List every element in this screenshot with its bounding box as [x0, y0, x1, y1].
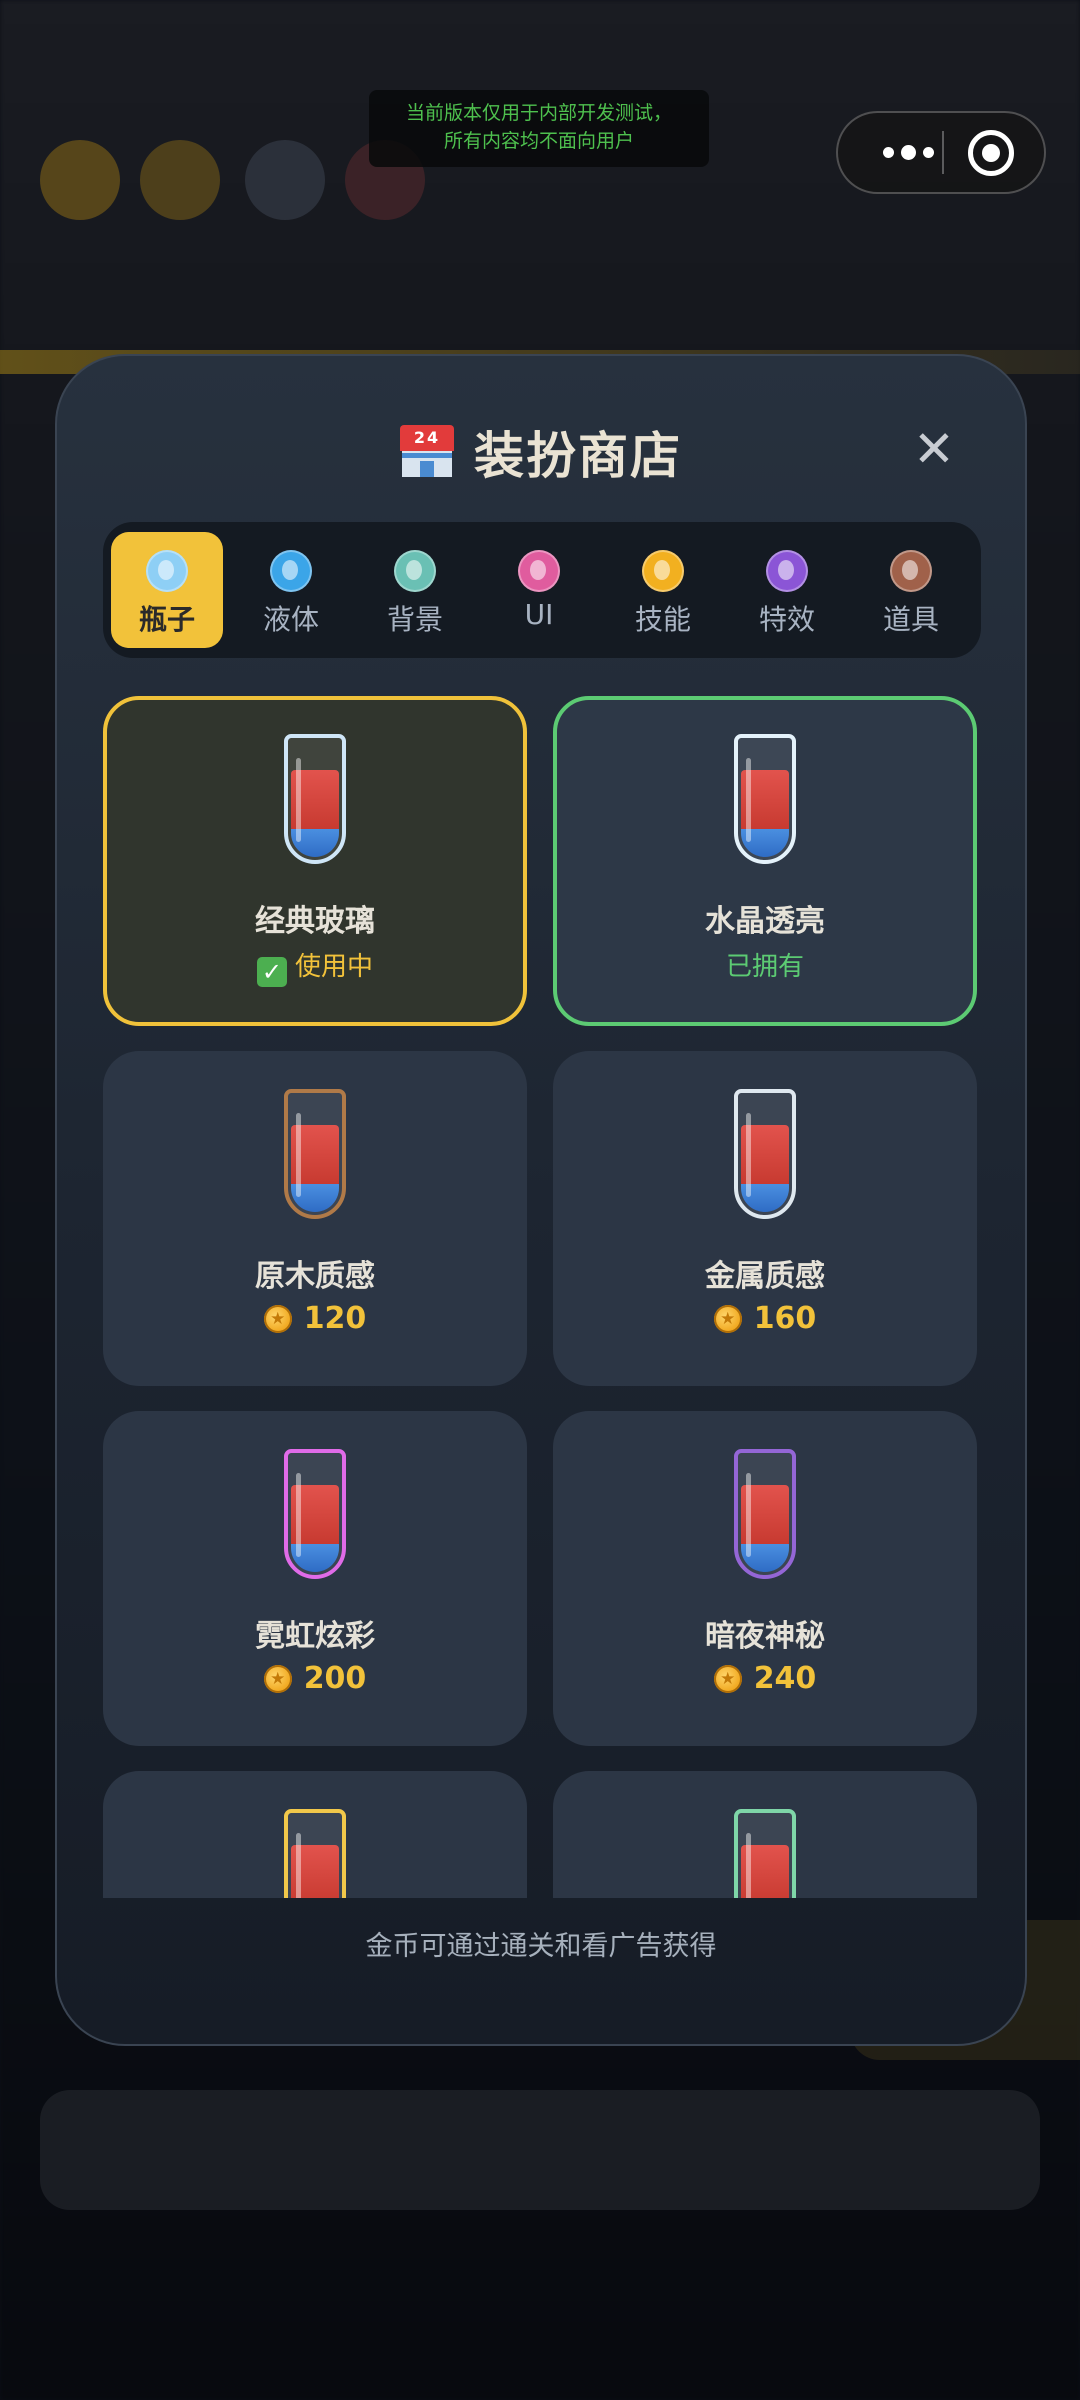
tab-label: 道具: [882, 603, 939, 636]
coin-icon: [263, 1665, 292, 1693]
tab-4[interactable]: 技能: [607, 532, 719, 648]
miniprogram-capsule: [836, 111, 1046, 194]
background-avatar: [245, 140, 325, 220]
landscape-icon: [394, 550, 436, 592]
coin-icon: [713, 1665, 742, 1693]
item-name: 原木质感: [255, 1259, 375, 1294]
shop-title-text: 装扮商店: [474, 427, 682, 485]
lightning-icon: [642, 550, 684, 592]
price-value: 240: [753, 1661, 817, 1696]
in-use-status: ✓ 使用中: [107, 946, 523, 987]
tab-label: 背景: [386, 603, 443, 636]
tab-label: 特效: [758, 603, 815, 636]
coin-hint: 金币可通过通关和看广告获得: [365, 1931, 717, 1962]
item-grid: 经典玻璃✓使用中水晶透亮已拥有原木质感120金属质感160霓虹炫彩200暗夜神秘…: [103, 696, 981, 1898]
item-price: 120: [103, 1301, 527, 1336]
test-tube-icon: [734, 1449, 796, 1579]
target-icon[interactable]: [968, 130, 1014, 176]
test-tube-icon: [284, 1089, 346, 1219]
test-tube-icon: [284, 1809, 346, 1898]
test-tube-icon: [284, 734, 346, 864]
shop-title: 24 装扮商店: [57, 416, 1025, 488]
tab-label: 瓶子: [138, 603, 195, 636]
background-avatar: [140, 140, 220, 220]
background-bottom-bar: [40, 2090, 1040, 2210]
tab-label: UI: [524, 598, 554, 631]
shop-item-card[interactable]: [103, 1771, 527, 1898]
close-button[interactable]: ✕: [909, 424, 959, 474]
price-value: 160: [753, 1301, 817, 1336]
capsule-divider: [942, 131, 944, 174]
shop-item-card[interactable]: 暗夜神秘 240: [553, 1411, 977, 1746]
tab-3[interactable]: UI: [483, 532, 595, 648]
droplet-icon: [270, 550, 312, 592]
coin-icon: [263, 1305, 292, 1333]
tab-0[interactable]: 瓶子: [111, 532, 223, 648]
shop-modal: 24 装扮商店 ✕ 瓶子 液体 背景 UI 技能 特效 道具 经典玻璃 ✓ 使用中 水晶透亮 已拥有…: [55, 354, 1027, 2046]
tab-6[interactable]: 道具: [855, 532, 967, 648]
check-icon: ✓: [256, 957, 287, 987]
item-price: 240: [553, 1661, 977, 1696]
background-avatar: [40, 140, 120, 220]
test-tube-icon: [734, 1809, 796, 1898]
item-name: 水晶透亮: [705, 904, 825, 939]
bottle-icon: [146, 550, 188, 592]
tab-2[interactable]: 背景: [359, 532, 471, 648]
magic-wand-icon: [766, 550, 808, 592]
toolbox-icon: [890, 550, 932, 592]
item-name: 霓虹炫彩: [255, 1619, 375, 1654]
shop-item-card[interactable]: [553, 1771, 977, 1898]
status-text: 使用中: [294, 952, 373, 982]
price-value: 200: [303, 1661, 367, 1696]
test-tube-icon: [734, 734, 796, 864]
shop-item-card[interactable]: 金属质感 160: [553, 1051, 977, 1386]
palette-icon: [518, 550, 560, 592]
shop-item-card[interactable]: 原木质感 120: [103, 1051, 527, 1386]
owned-status: 已拥有: [557, 946, 973, 983]
dev-notice-line2: 所有内容均不面向用户: [443, 130, 634, 152]
tab-label: 液体: [262, 603, 319, 636]
more-dots-icon[interactable]: [868, 113, 948, 192]
shop-item-card[interactable]: 霓虹炫彩 200: [103, 1411, 527, 1746]
test-tube-icon: [734, 1089, 796, 1219]
coin-icon: [713, 1305, 742, 1333]
item-name: 经典玻璃: [255, 904, 375, 939]
status-text: 已拥有: [725, 952, 804, 982]
tab-1[interactable]: 液体: [235, 532, 347, 648]
dev-test-notice: 当前版本仅用于内部开发测试， 所有内容均不面向用户: [369, 90, 709, 167]
item-name: 金属质感: [705, 1259, 825, 1294]
item-price: 200: [103, 1661, 527, 1696]
price-value: 120: [303, 1301, 367, 1336]
item-price: 160: [553, 1301, 977, 1336]
item-name: 暗夜神秘: [705, 1619, 825, 1654]
convenience-store-icon: 24: [400, 425, 454, 481]
shop-item-card[interactable]: 经典玻璃 ✓ 使用中: [103, 696, 527, 1026]
tab-label: 技能: [634, 603, 691, 636]
test-tube-icon: [284, 1449, 346, 1579]
tab-5[interactable]: 特效: [731, 532, 843, 648]
category-tabs: 瓶子 液体 背景 UI 技能 特效 道具: [103, 522, 981, 658]
dev-notice-line1: 当前版本仅用于内部开发测试，: [405, 102, 672, 124]
shop-item-card[interactable]: 水晶透亮 已拥有: [553, 696, 977, 1026]
